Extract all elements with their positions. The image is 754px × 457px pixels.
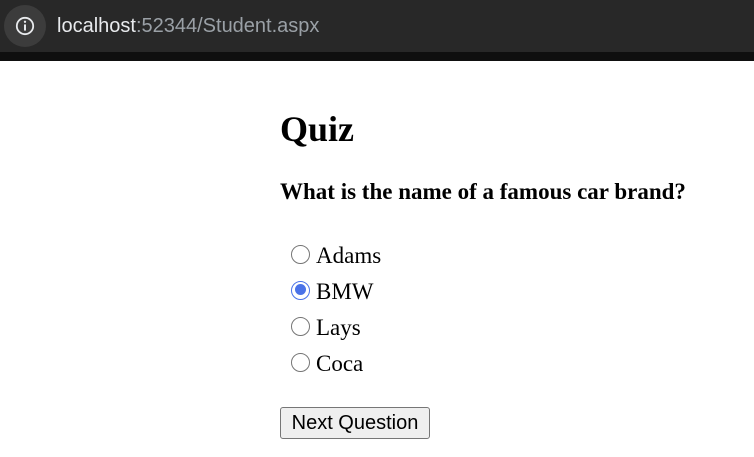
browser-address-bar: localhost:52344/Student.aspx bbox=[0, 0, 754, 52]
answer-options: Adams BMW Lays Coca bbox=[290, 238, 590, 382]
radio-button[interactable] bbox=[291, 244, 310, 264]
url-path: :52344/Student.aspx bbox=[135, 15, 320, 37]
answer-option-coca[interactable]: Coca bbox=[290, 346, 590, 382]
radio-button[interactable] bbox=[291, 316, 310, 336]
answer-option-lays[interactable]: Lays bbox=[290, 310, 590, 346]
answer-option-bmw[interactable]: BMW bbox=[290, 274, 590, 310]
info-icon bbox=[15, 16, 35, 36]
option-label: BMW bbox=[316, 279, 374, 304]
next-question-button[interactable]: Next Question bbox=[280, 407, 430, 439]
option-label: Coca bbox=[316, 351, 364, 376]
browser-divider bbox=[0, 52, 754, 61]
url-host: localhost bbox=[57, 15, 136, 37]
option-label: Adams bbox=[316, 243, 382, 268]
url-text[interactable]: localhost:52344/Student.aspx bbox=[57, 13, 319, 39]
option-label: Lays bbox=[316, 315, 361, 340]
question-text: What is the name of a famous car brand? bbox=[280, 179, 686, 204]
radio-button[interactable] bbox=[291, 352, 310, 372]
site-info-button[interactable] bbox=[4, 5, 46, 47]
address-field[interactable]: localhost:52344/Student.aspx bbox=[0, 0, 754, 52]
page-title: Quiz bbox=[280, 109, 355, 149]
radio-button[interactable] bbox=[291, 280, 310, 300]
answer-option-adams[interactable]: Adams bbox=[290, 238, 590, 274]
quiz-page: Quiz What is the name of a famous car br… bbox=[280, 108, 750, 439]
